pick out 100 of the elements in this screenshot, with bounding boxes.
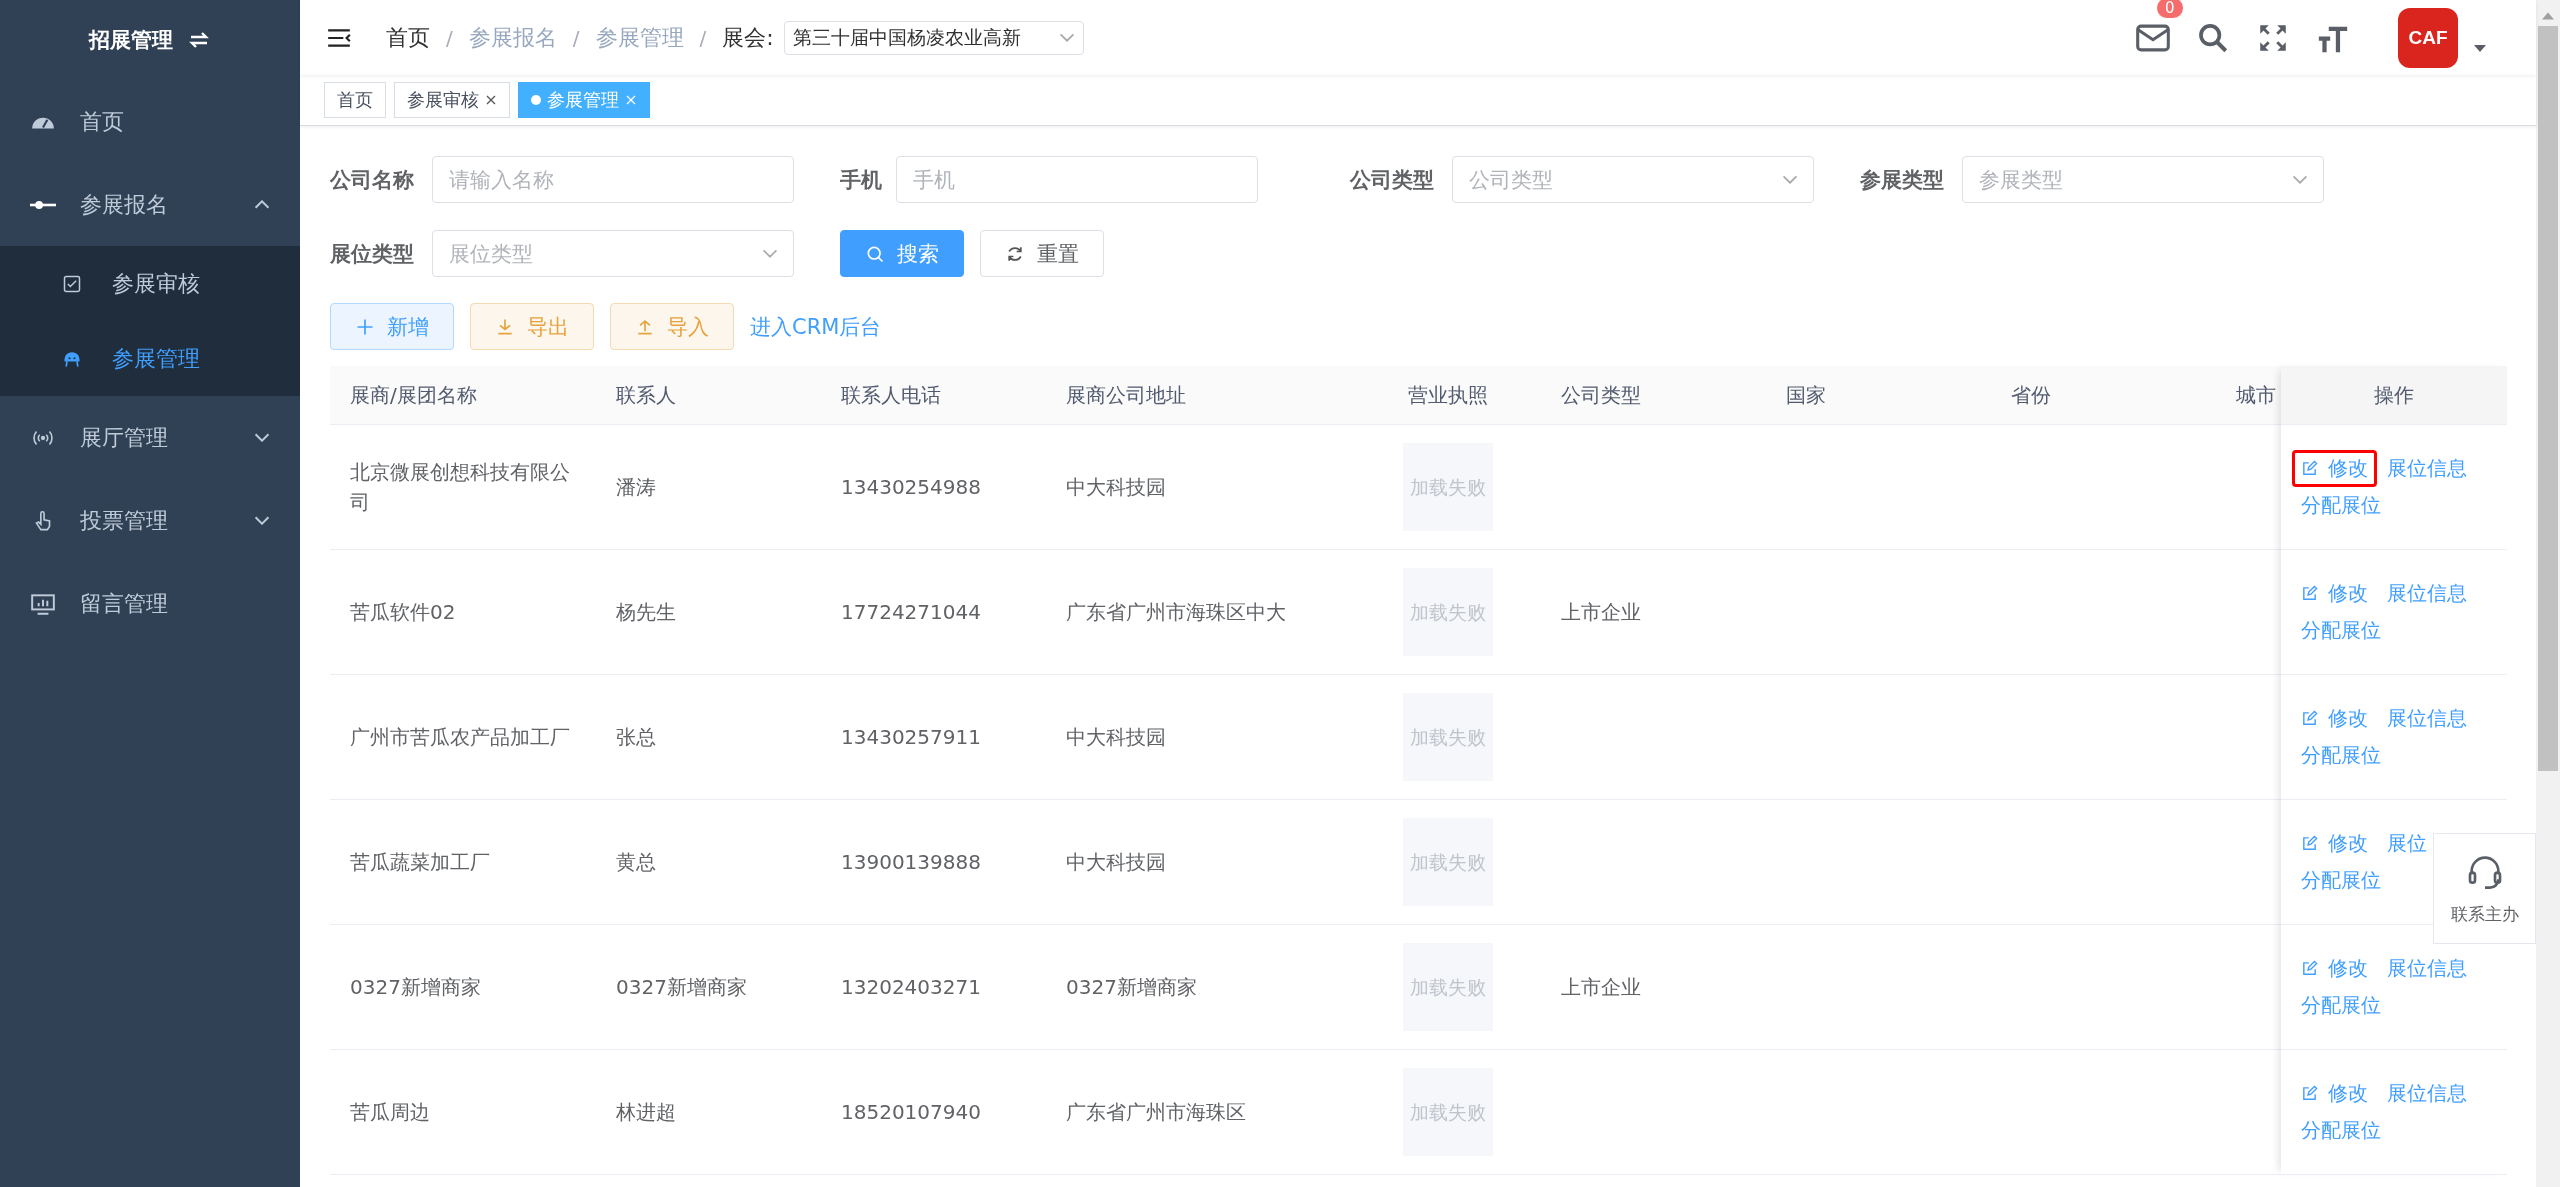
export-button[interactable]: 导出 [470,303,594,350]
table-cell-text: 广东省广州市海珠区 [1065,1099,1247,1126]
table-cell-text: 黄总 [615,849,657,876]
table-cell-text: 0327新增商家 [349,974,482,1001]
page-tab[interactable]: 首页 [324,82,386,118]
menu-item[interactable]: 留言管理 [0,562,300,645]
assign-booth-link[interactable]: 分配展位 [2301,1117,2381,1144]
scrollbar-thumb[interactable] [2538,26,2558,771]
filter-label: 展位类型 [330,240,415,268]
scrollbar[interactable] [2536,0,2560,1187]
submenu-item[interactable]: 参展审核 [0,246,300,321]
exhibition-label: 展会: [722,23,774,52]
booth-info-link[interactable]: 展位信息 [2387,580,2467,607]
select-field[interactable]: 展位类型 [432,230,794,277]
breadcrumb-separator: / [446,25,453,50]
crm-link[interactable]: 进入CRM后台 [750,312,882,341]
booth-info-link[interactable]: 展位信息 [2387,705,2467,732]
table-cell-text: 0327新增商家 [1065,974,1198,1001]
import-button[interactable]: 导入 [610,303,734,350]
column-header: 省份 [2010,382,2052,409]
table-cell-text: 上市企业 [1560,599,1642,626]
input-field[interactable]: 手机 [896,156,1258,203]
edit-link[interactable]: 修改 [2292,575,2377,612]
checkbox-icon [62,273,82,294]
sidebar-title: 招展管理 [89,27,173,54]
submenu-item[interactable]: 参展管理 [0,321,300,396]
table-cell-text: 0327新增商家 [615,974,748,1001]
reset-button[interactable]: 重置 [980,230,1104,277]
edit-icon [2301,835,2318,852]
contact-widget[interactable]: 联系主办 [2433,833,2536,944]
table-cell-text: 杨先生 [615,599,677,626]
column-header: 操作 [2374,381,2414,409]
slider-icon [30,200,56,209]
table-cell-text: 苦瓜蔬菜加工厂 [349,849,491,876]
table-cell-text: 上市企业 [1560,974,1642,1001]
table-cell-text: 中大科技园 [1065,849,1167,876]
table-cell-text: 18520107940 [840,1099,982,1126]
page-tab[interactable]: 参展管理 [518,82,650,118]
select-field[interactable]: 公司类型 [1452,156,1814,203]
assign-booth-link[interactable]: 分配展位 [2301,867,2381,894]
table-cell-text: 张总 [615,724,657,751]
caret-icon[interactable] [2474,44,2486,53]
edit-icon [2301,460,2318,477]
chevron-icon [2292,175,2308,184]
column-header: 城市 [2235,382,2277,409]
edit-icon [2301,585,2318,602]
breadcrumb-link[interactable]: 参展报名 [468,22,557,53]
column-header: 展商公司地址 [1065,382,1187,409]
input-field[interactable]: 请输入名称 [432,156,794,203]
dot-icon [531,95,541,105]
table-cell-text: 苦瓜周边 [349,1099,431,1126]
breadcrumb-link[interactable]: 参展管理 [595,22,684,53]
booth-info-link[interactable]: 展位信息 [2387,455,2467,482]
edit-link[interactable]: 修改 [2292,450,2377,487]
table-cell-text: 苦瓜软件02 [349,599,457,626]
avatar-logo[interactable]: CAF [2398,7,2458,68]
booth-info-link[interactable]: 展位信息 [2387,955,2467,982]
table-cell-text: 13430254988 [840,474,982,501]
booth-info-link[interactable]: 展位 [2387,830,2427,857]
table-cell-text: 中大科技园 [1065,724,1167,751]
booth-info-link[interactable]: 展位信息 [2387,1080,2467,1107]
breadcrumb-link[interactable]: 首页 [386,22,430,53]
column-header: 国家 [1785,382,1827,409]
table-cell-text: 林进超 [615,1099,677,1126]
menu-item[interactable]: 参展报名 [0,163,300,246]
breadcrumb-separator: / [699,25,707,50]
table-cell-text: 广东省广州市海珠区中大 [1065,599,1287,626]
edit-link[interactable]: 修改 [2292,950,2377,987]
edit-icon [2301,1085,2318,1102]
menu-item[interactable]: 展厅管理 [0,396,300,479]
edit-link[interactable]: 修改 [2292,700,2377,737]
add-button[interactable]: 新增 [330,303,454,350]
filter-label: 手机 [840,166,880,194]
search-button[interactable]: 搜索 [840,230,964,277]
menu-item[interactable]: 首页 [0,80,300,163]
assign-booth-link[interactable]: 分配展位 [2301,492,2381,519]
table-cell-text: 广州市苦瓜农产品加工厂 [349,724,571,751]
column-header: 展商/展团名称 [349,382,478,409]
edit-link[interactable]: 修改 [2292,825,2377,862]
table-cell-text: 潘涛 [615,474,657,501]
notification-badge: 0 [2156,0,2184,19]
exhibition-select[interactable]: 第三十届中国杨凌农业高新 [783,20,1084,55]
edit-link[interactable]: 修改 [2292,1075,2377,1112]
menu-item[interactable]: 投票管理 [0,479,300,562]
assign-booth-link[interactable]: 分配展位 [2301,992,2381,1019]
select-field[interactable]: 参展类型 [1962,156,2324,203]
column-header: 公司类型 [1560,382,1642,409]
table-cell-text: 北京微展创想科技有限公司 [349,459,571,516]
filter-label: 参展类型 [1860,166,1945,194]
table-cell-text: 17724271044 [840,599,982,626]
column-header: 营业执照 [1407,382,1489,409]
assign-booth-link[interactable]: 分配展位 [2301,617,2381,644]
table-cell-text: 13900139888 [840,849,982,876]
page-tab[interactable]: 参展审核 [394,82,510,118]
chevron-icon [1782,175,1798,184]
edit-icon [2301,710,2318,727]
assign-booth-link[interactable]: 分配展位 [2301,742,2381,769]
edit-icon [2301,960,2318,977]
filter-label: 公司类型 [1350,166,1435,194]
close-icon[interactable] [485,94,497,106]
